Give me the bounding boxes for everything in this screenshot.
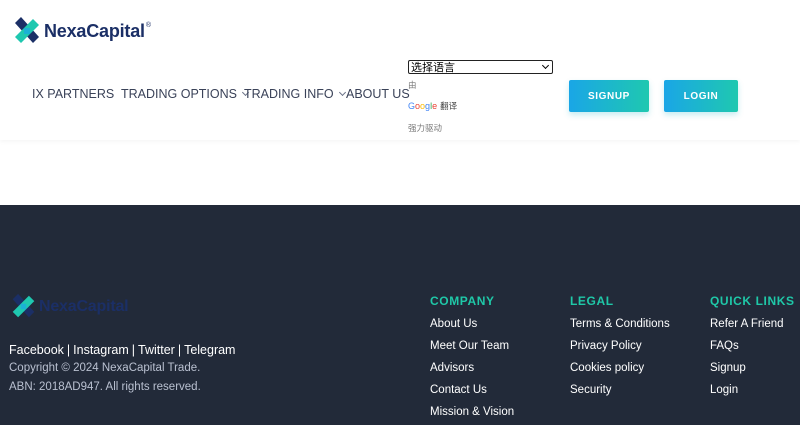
footer-link-security[interactable]: Security <box>570 383 670 405</box>
login-button[interactable]: LOGIN <box>664 80 738 112</box>
nav-trading-options[interactable]: TRADING OPTIONS <box>121 87 250 101</box>
column-title: COMPANY <box>430 294 495 308</box>
site-footer: NexaCapital Facebook | Instagram | Twitter | T… <box>0 205 800 425</box>
footer-link-mission-vision[interactable]: Mission & Vision <box>430 405 514 427</box>
separator: | <box>177 343 182 357</box>
footer-logo[interactable]: NexaCapital <box>10 293 129 320</box>
translate-by-label: 由 <box>408 81 417 91</box>
footer-logo-text: NexaCapital <box>39 297 129 315</box>
site-header: NexaCapital ® IX PARTNERS TRADING OPTION… <box>0 0 800 140</box>
telegram-link[interactable]: Telegram <box>184 343 235 357</box>
nav-trading-info[interactable]: TRADING INFO <box>244 87 346 101</box>
chevron-down-icon <box>541 61 550 70</box>
footer-link-advisors[interactable]: Advisors <box>430 361 514 383</box>
social-links: Facebook | Instagram | Twitter | Telegram <box>9 343 235 357</box>
nav-label: TRADING INFO <box>244 87 334 101</box>
footer-link-meet-our-team[interactable]: Meet Our Team <box>430 339 514 361</box>
nav-about-us[interactable]: ABOUT US <box>346 87 410 101</box>
chevron-down-icon <box>338 88 346 97</box>
separator: | <box>66 343 71 357</box>
translate-powered-label: 强力驱动 <box>408 124 443 134</box>
site-logo[interactable]: NexaCapital ® <box>12 16 151 46</box>
nav-label: ABOUT US <box>346 87 410 101</box>
google-translate-widget: 选择语言 由 Google 翻译 强力驱动 <box>408 60 553 134</box>
google-translate-link[interactable]: Google 翻译 <box>408 100 457 112</box>
footer-link-terms[interactable]: Terms & Conditions <box>570 317 670 339</box>
footer-link-contact-us[interactable]: Contact Us <box>430 383 514 405</box>
twitter-link[interactable]: Twitter <box>138 343 175 357</box>
logo-text: NexaCapital <box>44 20 145 41</box>
footer-link-cookies-policy[interactable]: Cookies policy <box>570 361 670 383</box>
translate-word: 翻译 <box>440 102 458 112</box>
footer-column-quick-links: QUICK LINKS Refer A Friend FAQs Signup L… <box>710 294 795 405</box>
footer-column-legal: LEGAL Terms & Conditions Privacy Policy … <box>570 294 670 405</box>
column-title: LEGAL <box>570 294 614 308</box>
google-logo: Google <box>408 101 438 111</box>
signup-button[interactable]: SIGNUP <box>569 80 649 112</box>
footer-link-faqs[interactable]: FAQs <box>710 339 795 361</box>
footer-link-about-us[interactable]: About Us <box>430 317 514 339</box>
copyright-text: Copyright © 2024 NexaCapital Trade. <box>9 362 201 374</box>
language-select[interactable]: 选择语言 <box>408 60 553 74</box>
separator: | <box>131 343 135 357</box>
logo-mark-icon <box>15 17 39 43</box>
footer-link-login[interactable]: Login <box>710 383 795 405</box>
facebook-link[interactable]: Facebook <box>9 343 64 357</box>
abn-text: ABN: 2018AD947. All rights reserved. <box>9 381 201 393</box>
registered-mark: ® <box>145 21 152 29</box>
nav-ix-partners[interactable]: IX PARTNERS <box>32 87 114 101</box>
language-select-value: 选择语言 <box>411 61 455 74</box>
column-title: QUICK LINKS <box>710 294 795 308</box>
footer-link-privacy-policy[interactable]: Privacy Policy <box>570 339 670 361</box>
instagram-link[interactable]: Instagram <box>73 343 129 357</box>
footer-link-signup[interactable]: Signup <box>710 361 795 383</box>
nav-label: IX PARTNERS <box>32 87 115 101</box>
footer-column-company: COMPANY About Us Meet Our Team Advisors … <box>430 294 514 427</box>
nav-label: TRADING OPTIONS <box>121 87 237 101</box>
logo-mark-icon <box>12 293 35 318</box>
footer-link-refer-a-friend[interactable]: Refer A Friend <box>710 317 795 339</box>
